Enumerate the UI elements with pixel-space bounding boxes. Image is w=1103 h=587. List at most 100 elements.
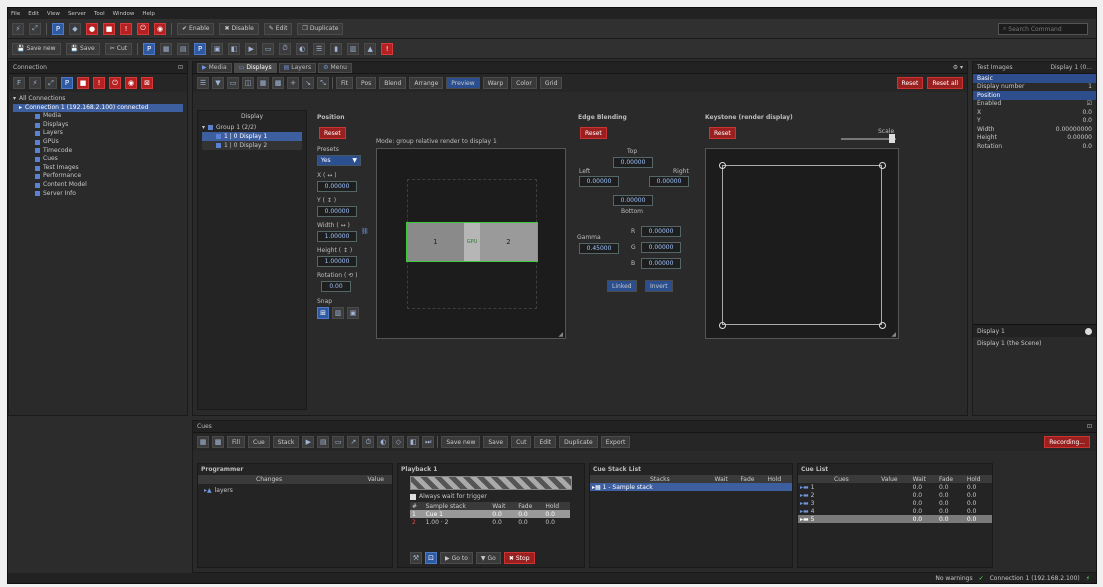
map-icon[interactable]: ▣ (211, 42, 224, 55)
media-icon[interactable]: ▶ (245, 42, 258, 55)
cue-list-row[interactable]: ▸▬ 1 0.0 0.0 0.0 (798, 483, 992, 491)
list-icon[interactable]: ☰ (313, 42, 326, 55)
cue-layer-icon[interactable]: ▤ (317, 436, 330, 448)
cue-stack-button[interactable]: Stack (272, 436, 300, 448)
grid-button[interactable]: Grid (539, 77, 563, 89)
width-field[interactable]: 1.00000 (317, 231, 357, 242)
cue-save-button[interactable]: Save (483, 436, 509, 448)
preview-p-icon[interactable]: P (143, 42, 156, 55)
layers-icon[interactable]: ▤ (177, 42, 190, 55)
cue-save-new-button[interactable]: Save new (441, 436, 481, 448)
expand-all-icon[interactable]: ⤢ (45, 77, 57, 89)
cue-media-icon[interactable]: ▶ (302, 436, 315, 448)
alert-icon[interactable]: ! (120, 22, 132, 35)
menu-window[interactable]: Window (113, 11, 135, 17)
position-canvas[interactable]: 1 GPU 2 ◢ (376, 148, 566, 339)
cue-cue-button[interactable]: Cue (248, 436, 270, 448)
display-item-2[interactable]: 1 | 0 Display 2 (202, 141, 302, 150)
corner-handle-tl[interactable] (719, 162, 726, 169)
search-input[interactable]: ⌕ Search Command (998, 23, 1088, 35)
always-wait-row[interactable]: Always wait for trigger (398, 491, 584, 502)
tree-connection[interactable]: ▸ Connection 1 (192.168.2.100) connected (13, 103, 183, 113)
cue-arrow-icon[interactable]: ↗ (347, 436, 360, 448)
g-field[interactable]: 0.00000 (641, 242, 681, 253)
cue-duplicate-button[interactable]: Duplicate (559, 436, 598, 448)
display-item-1[interactable]: 1 | 0 Display 1 (202, 132, 302, 141)
panel-alert-icon[interactable]: ! (93, 77, 105, 89)
cue-list-row[interactable]: ▸▬ 3 0.0 0.0 0.0 (798, 499, 992, 507)
basic-header[interactable]: Basic (973, 74, 1096, 83)
save-new-button[interactable]: 💾 Save new (12, 42, 61, 55)
b-field[interactable]: 0.00000 (641, 258, 681, 269)
cue-stack-row[interactable]: ▸▦ 1 - Sample stack (590, 483, 792, 491)
stop-icon[interactable]: ■ (103, 22, 115, 35)
preview-icon[interactable]: P (52, 22, 64, 35)
menu-edit[interactable]: Edit (28, 11, 39, 17)
right-field[interactable]: 0.00000 (649, 176, 689, 187)
keystone-canvas[interactable]: ◢ (705, 148, 899, 339)
reset-button[interactable]: Reset (896, 77, 924, 89)
r-field[interactable]: 0.00000 (641, 226, 681, 237)
invert-button[interactable]: Invert (645, 280, 673, 292)
snap-grid-icon[interactable]: ⊞ (317, 307, 329, 319)
menu-tool[interactable]: Tool (94, 11, 105, 17)
warning-icon[interactable]: ! (381, 42, 394, 55)
cue-next-icon[interactable]: ⏭ (422, 436, 435, 448)
cue-export-button[interactable]: Export (600, 436, 631, 448)
keystone-quad[interactable] (722, 165, 882, 325)
power-icon[interactable]: ⏻ (137, 22, 149, 35)
tree-root[interactable]: ▾ All Connections (13, 95, 183, 104)
tree-item-test-images[interactable]: Test Images (13, 164, 183, 173)
tab-media[interactable]: ▶ Media (197, 62, 232, 73)
save-button[interactable]: 💾 Save (65, 42, 100, 55)
cue-display-icon[interactable]: ▭ (332, 436, 345, 448)
arrow-icon[interactable]: ↘ (302, 77, 314, 89)
presets-select[interactable]: Yes ▼ (317, 155, 361, 166)
info-icon[interactable] (1085, 327, 1092, 335)
move-icon[interactable]: ⤡ (317, 77, 329, 89)
resize-grip-icon[interactable]: ◢ (558, 331, 563, 338)
cue-group-icon[interactable]: ▩ (212, 436, 224, 448)
go-button[interactable]: ▼ Go (475, 552, 501, 564)
add-icon[interactable]: + (287, 77, 299, 89)
stop-button[interactable]: ✖ Stop (503, 552, 535, 564)
cues-close-icon[interactable]: ⊡ (1087, 423, 1092, 430)
tree-item-displays[interactable]: Displays (13, 121, 183, 130)
tree-item-gpus[interactable]: GPUs (13, 138, 183, 147)
table-view-icon[interactable]: ▦ (257, 77, 269, 89)
color-icon[interactable]: ◐ (296, 42, 309, 55)
triangle-icon[interactable]: ▲ (364, 42, 377, 55)
cue-cut-button[interactable]: Cut (511, 436, 532, 448)
test-images-display[interactable]: Display 1 (0... (1050, 64, 1092, 71)
rotation-field[interactable]: 0.00 (321, 281, 351, 292)
tree-item-server-info[interactable]: Server Info (13, 190, 183, 199)
corner-handle-bl[interactable] (719, 322, 726, 329)
fit-button[interactable]: Fit (336, 77, 354, 89)
record-icon[interactable]: ● (86, 22, 98, 35)
tree-item-performance[interactable]: Performance (13, 172, 183, 181)
display-layout[interactable]: 1 GPU 2 (406, 222, 538, 262)
go-to-button[interactable]: ▶ Go to (440, 552, 473, 564)
playback-row[interactable]: 1 Cue 1 0.0 0.0 0.0 (410, 510, 570, 518)
link-icon[interactable]: ⛓ (361, 228, 369, 235)
programmer-row[interactable]: ▸▲ layers (198, 484, 392, 497)
cut-button[interactable]: ✂ Cut (104, 42, 133, 55)
recording-button[interactable]: Recording... (1044, 436, 1090, 448)
linked-button[interactable]: Linked (607, 280, 637, 292)
plug-icon[interactable]: ⚡ (29, 77, 41, 89)
menu-server[interactable]: Server (68, 11, 86, 17)
lock-icon[interactable]: ⊡ (425, 552, 437, 564)
panel-power-icon[interactable]: ⏻ (109, 77, 121, 89)
tab-displays[interactable]: ▭ Displays (233, 62, 277, 73)
top-field[interactable]: 0.00000 (613, 157, 653, 168)
warp-button[interactable]: Warp (482, 77, 509, 89)
cue-grid-icon[interactable]: ▦ (197, 436, 209, 448)
gamma-field[interactable]: 0.45000 (579, 243, 619, 254)
pos-button[interactable]: Pos (356, 77, 377, 89)
tree-item-media[interactable]: Media (13, 112, 183, 121)
height-field[interactable]: 1.00000 (317, 256, 357, 267)
panel-options-icon[interactable]: ⚙ ▾ (953, 64, 963, 71)
scale-slider[interactable] (841, 138, 896, 140)
x-field[interactable]: 0.00000 (317, 181, 357, 192)
panel-preview-icon[interactable]: P (61, 77, 73, 89)
